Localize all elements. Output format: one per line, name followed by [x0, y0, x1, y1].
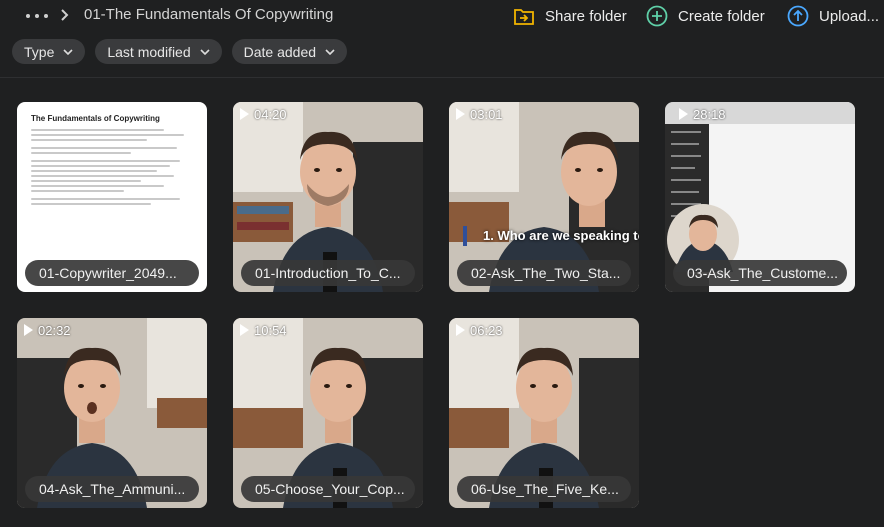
file-name: 06-Use_The_Five_Ke...	[457, 476, 631, 502]
file-card[interactable]: 02:32 04-Ask_The_Ammuni...	[17, 318, 207, 508]
video-duration: 28:18	[679, 105, 726, 123]
chevron-down-icon	[325, 48, 335, 55]
chevron-right-icon	[61, 9, 69, 21]
duration-label: 28:18	[693, 106, 726, 122]
plus-circle-icon	[646, 5, 668, 27]
file-name: 02-Ask_The_Two_Sta...	[457, 260, 631, 286]
filter-date-added[interactable]: Date added	[231, 39, 348, 64]
play-icon	[240, 324, 249, 336]
share-folder-label: Share folder	[545, 7, 627, 25]
video-overlay-caption: 1. Who are we speaking to?	[483, 228, 639, 243]
play-icon	[456, 108, 465, 120]
filter-type-label: Type	[24, 43, 55, 60]
share-folder-button[interactable]: Share folder	[513, 4, 627, 28]
file-card[interactable]: 10:54 05-Choose_Your_Cop...	[233, 318, 423, 508]
video-duration: 04:20	[240, 105, 287, 123]
create-folder-button[interactable]: Create folder	[646, 4, 765, 28]
video-duration: 10:54	[240, 321, 287, 339]
top-bar: 01-The Fundamentals Of Copywriting Share…	[0, 0, 884, 32]
duration-label: 04:20	[254, 106, 287, 122]
filter-date-added-label: Date added	[243, 43, 317, 60]
file-name: 01-Introduction_To_C...	[241, 260, 415, 286]
duration-label: 02:32	[38, 322, 71, 338]
chevron-down-icon	[63, 48, 73, 55]
video-duration: 03:01	[456, 105, 503, 123]
filter-last-modified-label: Last modified	[107, 43, 191, 60]
document-preview-title: The Fundamentals of Copywriting	[31, 114, 160, 123]
file-name: 01-Copywriter_2049...	[25, 260, 199, 286]
upload-button[interactable]: Upload...	[787, 4, 879, 28]
breadcrumb-current-folder[interactable]: 01-The Fundamentals Of Copywriting	[84, 6, 333, 23]
video-duration: 06:23	[456, 321, 503, 339]
duration-label: 03:01	[470, 106, 503, 122]
create-folder-label: Create folder	[678, 7, 765, 25]
share-folder-icon	[513, 5, 535, 27]
filter-type[interactable]: Type	[12, 39, 86, 64]
video-duration: 02:32	[24, 321, 71, 339]
file-name: 05-Choose_Your_Cop...	[241, 476, 415, 502]
upload-label: Upload...	[819, 7, 880, 25]
file-card[interactable]: 28:18 03-Ask_The_Custome...	[665, 102, 855, 292]
divider	[0, 77, 884, 78]
duration-label: 06:23	[470, 322, 503, 338]
play-icon	[240, 108, 249, 120]
play-icon	[456, 324, 465, 336]
filter-last-modified[interactable]: Last modified	[95, 39, 222, 64]
chevron-down-icon	[200, 48, 210, 55]
file-card[interactable]: The Fundamentals of Copywriting 01-Copyw…	[17, 102, 207, 292]
upload-circle-icon	[787, 5, 809, 27]
play-icon	[24, 324, 33, 336]
file-card[interactable]: 06:23 06-Use_The_Five_Ke...	[449, 318, 639, 508]
duration-label: 10:54	[254, 322, 287, 338]
file-name: 03-Ask_The_Custome...	[673, 260, 847, 286]
more-options-icon[interactable]	[26, 8, 48, 24]
file-card[interactable]: 04:20 01-Introduction_To_C...	[233, 102, 423, 292]
file-card[interactable]: 1. Who are we speaking to? 03:01 02-Ask_…	[449, 102, 639, 292]
filter-bar: Type Last modified Date added	[12, 39, 348, 65]
play-icon	[679, 108, 688, 120]
file-name: 04-Ask_The_Ammuni...	[25, 476, 199, 502]
